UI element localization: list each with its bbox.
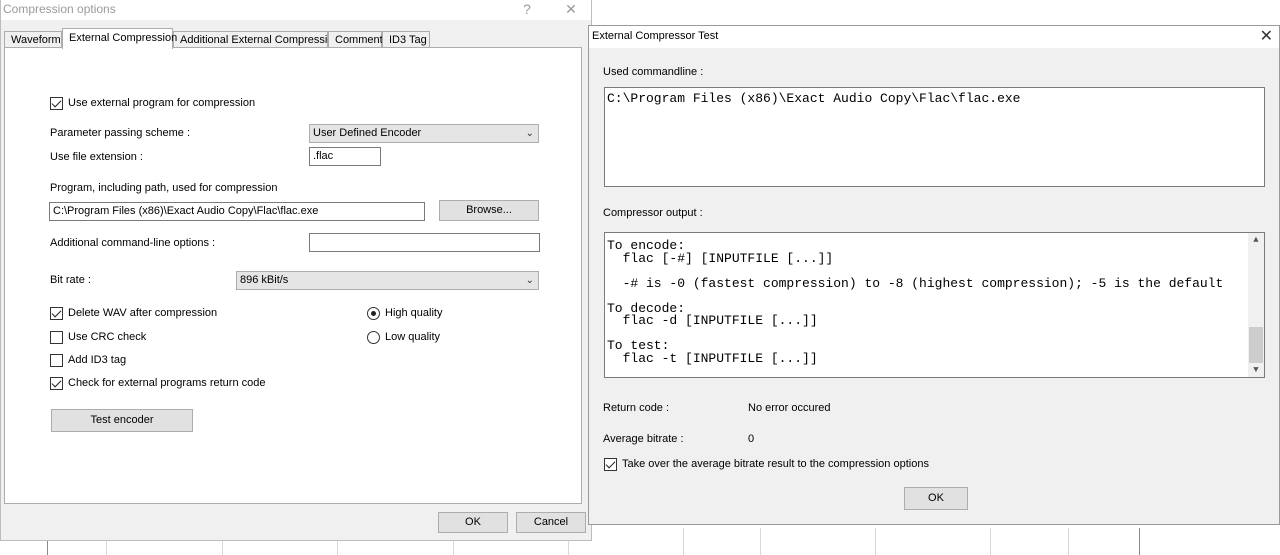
param-scheme-select[interactable]: User Defined Encoder ⌄ xyxy=(309,124,539,143)
take-over-label: Take over the average bitrate result to … xyxy=(622,458,929,470)
chevron-down-icon: ⌄ xyxy=(525,275,534,286)
external-compressor-test-dialog: External Compressor Test ✕ Used commandl… xyxy=(588,25,1280,525)
test-encoder-button[interactable]: Test encoder xyxy=(51,409,193,432)
used-cmd-textbox[interactable]: C:\Program Files (x86)\Exact Audio Copy\… xyxy=(604,87,1265,187)
output-label: Compressor output : xyxy=(603,207,703,219)
param-scheme-label: Parameter passing scheme : xyxy=(50,127,191,139)
close-icon[interactable]: ✕ xyxy=(1260,26,1273,48)
output-scrollbar[interactable]: ▲ ▼ xyxy=(1248,233,1264,377)
check-return-code-checkbox[interactable] xyxy=(50,377,63,390)
scroll-thumb[interactable] xyxy=(1249,327,1263,363)
compression-options-dialog: Compression options ? ✕ Waveform Externa… xyxy=(0,0,592,541)
avg-bitrate-label: Average bitrate : xyxy=(603,433,684,445)
program-label: Program, including path, used for compre… xyxy=(50,182,278,194)
bitrate-select[interactable]: 896 kBit/s ⌄ xyxy=(236,271,539,290)
low-quality-radio[interactable] xyxy=(367,331,380,344)
add-options-input[interactable] xyxy=(309,233,540,252)
add-id3-label: Add ID3 tag xyxy=(68,354,127,366)
file-ext-input[interactable]: .flac xyxy=(309,147,381,166)
chevron-down-icon: ⌄ xyxy=(525,128,534,139)
program-path-input[interactable]: C:\Program Files (x86)\Exact Audio Copy\… xyxy=(49,202,425,221)
use-external-label: Use external program for compression xyxy=(68,97,256,109)
delete-wav-label: Delete WAV after compression xyxy=(68,307,218,319)
help-icon[interactable]: ? xyxy=(515,0,539,20)
browse-button[interactable]: Browse... xyxy=(439,200,539,221)
compressor-output-textbox[interactable]: To encode: flac [-#] [INPUTFILE [...]] -… xyxy=(604,232,1265,378)
bitrate-label: Bit rate : xyxy=(50,274,91,286)
use-external-checkbox[interactable] xyxy=(50,97,63,110)
cancel-button[interactable]: Cancel xyxy=(516,512,586,533)
scroll-up-icon[interactable]: ▲ xyxy=(1248,233,1264,247)
title-bar[interactable]: Compression options ? ✕ xyxy=(1,0,591,20)
delete-wav-checkbox[interactable] xyxy=(50,307,63,320)
check-return-code-label: Check for external programs return code xyxy=(68,377,266,389)
take-over-checkbox[interactable] xyxy=(604,458,617,471)
dialog-title: Compression options xyxy=(3,2,116,16)
file-ext-label: Use file extension : xyxy=(50,151,143,163)
tab-external-compression[interactable]: External Compression xyxy=(62,28,177,49)
low-quality-label: Low quality xyxy=(385,331,441,343)
return-code-value: No error occured xyxy=(748,402,831,414)
use-crc-checkbox[interactable] xyxy=(50,331,63,344)
dialog-title: External Compressor Test xyxy=(592,30,719,42)
add-id3-checkbox[interactable] xyxy=(50,354,63,367)
ok-button[interactable]: OK xyxy=(438,512,508,533)
ok-button[interactable]: OK xyxy=(904,487,968,510)
close-icon[interactable]: ✕ xyxy=(559,0,583,20)
title-bar[interactable]: External Compressor Test ✕ xyxy=(589,26,1279,48)
use-crc-label: Use CRC check xyxy=(68,331,147,343)
add-options-label: Additional command-line options : xyxy=(50,237,216,249)
high-quality-radio[interactable] xyxy=(367,307,380,320)
return-code-label: Return code : xyxy=(603,402,670,414)
avg-bitrate-value: 0 xyxy=(748,433,755,445)
used-cmd-label: Used commandline : xyxy=(603,66,704,78)
high-quality-label: High quality xyxy=(385,307,443,319)
scroll-down-icon[interactable]: ▼ xyxy=(1248,363,1264,377)
